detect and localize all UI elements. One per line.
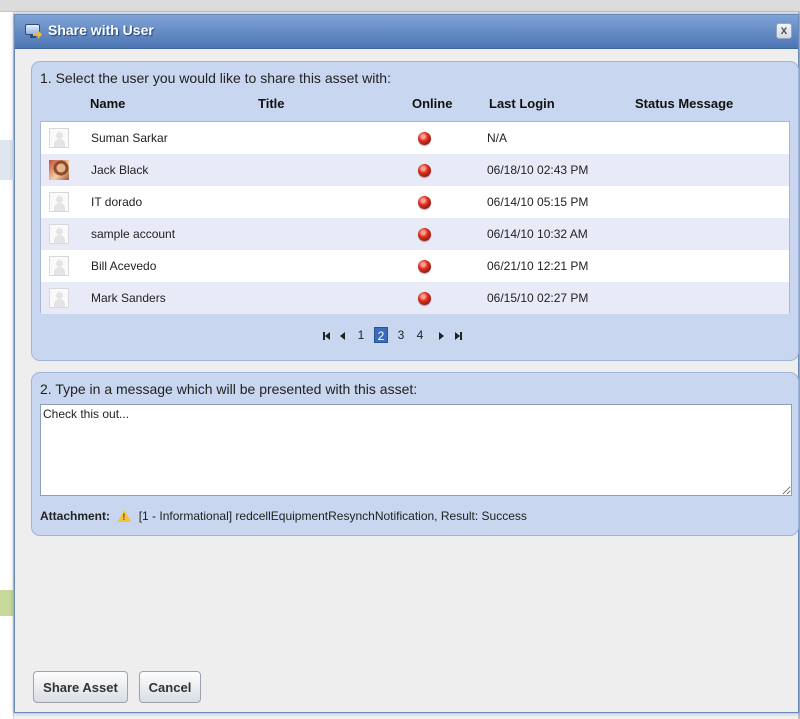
last-page-icon[interactable]: [452, 327, 464, 343]
offline-status-icon: [418, 196, 431, 209]
column-header-name[interactable]: Name: [90, 96, 125, 111]
column-header-status-message[interactable]: Status Message: [635, 96, 733, 111]
user-row[interactable]: Suman Sarkar N/A: [41, 122, 789, 154]
default-avatar-icon: [49, 288, 69, 308]
user-name: IT dorado: [91, 195, 143, 209]
attachment-line: Attachment: [1 - Informational] redcellE…: [40, 509, 527, 523]
pagination: 1 2 3 4: [32, 327, 800, 347]
page-link-3[interactable]: 3: [394, 327, 408, 343]
user-name: Mark Sanders: [91, 291, 166, 305]
default-avatar-icon: [49, 256, 69, 276]
dialog-title: Share with User: [48, 22, 154, 38]
user-last-login: 06/21/10 12:21 PM: [487, 259, 589, 273]
offline-status-icon: [418, 228, 431, 241]
message-textarea[interactable]: Check this out...: [40, 404, 792, 496]
warning-icon: [117, 510, 132, 522]
user-grid-header: Name Title Online Last Login Status Mess…: [32, 96, 800, 114]
share-with-user-dialog: Share with User x 1. Select the user you…: [14, 14, 799, 713]
offline-status-icon: [418, 164, 431, 177]
attachment-text: [1 - Informational] redcellEquipmentResy…: [138, 509, 527, 523]
default-avatar-icon: [49, 128, 69, 148]
dialog-titlebar[interactable]: Share with User x: [15, 15, 798, 49]
cancel-button[interactable]: Cancel: [139, 671, 201, 703]
column-header-title[interactable]: Title: [258, 96, 285, 111]
offline-status-icon: [418, 292, 431, 305]
attachment-label: Attachment:: [40, 509, 111, 523]
user-name: Jack Black: [91, 163, 149, 177]
column-header-online[interactable]: Online: [412, 96, 452, 111]
default-avatar-icon: [49, 224, 69, 244]
user-photo-avatar: [49, 160, 69, 180]
user-last-login: 06/14/10 05:15 PM: [487, 195, 589, 209]
user-row[interactable]: IT dorado 06/14/10 05:15 PM: [41, 186, 789, 218]
background-toolbar: [0, 0, 800, 12]
background-left-highlight: [0, 590, 14, 616]
share-asset-button[interactable]: Share Asset: [33, 671, 128, 703]
user-last-login: 06/18/10 02:43 PM: [487, 163, 589, 177]
page-link-1[interactable]: 1: [354, 327, 368, 343]
select-user-panel: 1. Select the user you would like to sha…: [31, 61, 799, 361]
page-link-2-current[interactable]: 2: [374, 327, 388, 343]
message-panel: 2. Type in a message which will be prese…: [31, 372, 799, 536]
user-row[interactable]: Jack Black 06/18/10 02:43 PM: [41, 154, 789, 186]
first-page-icon[interactable]: [320, 327, 332, 343]
user-last-login: N/A: [487, 131, 508, 145]
user-row[interactable]: Mark Sanders 06/15/10 02:27 PM: [41, 282, 789, 314]
user-grid: Suman Sarkar N/A Jack Black 06/18/10 02:…: [40, 121, 790, 314]
default-avatar-icon: [49, 192, 69, 212]
previous-page-icon[interactable]: [337, 327, 347, 343]
user-name: Suman Sarkar: [91, 131, 168, 145]
user-last-login: 06/14/10 10:32 AM: [487, 227, 588, 241]
close-icon[interactable]: x: [776, 23, 792, 39]
user-name: sample account: [91, 227, 176, 241]
column-header-last-login[interactable]: Last Login: [489, 96, 555, 111]
background-left-selection: [0, 140, 14, 180]
select-user-heading: 1. Select the user you would like to sha…: [40, 70, 391, 86]
user-last-login: 06/15/10 02:27 PM: [487, 291, 589, 305]
offline-status-icon: [418, 132, 431, 145]
offline-status-icon: [418, 260, 431, 273]
user-row[interactable]: sample account 06/14/10 10:32 AM: [41, 218, 789, 250]
message-heading: 2. Type in a message which will be prese…: [40, 381, 418, 397]
next-page-icon[interactable]: [436, 327, 446, 343]
share-asset-icon: [25, 24, 42, 39]
user-row[interactable]: Bill Acevedo 06/21/10 12:21 PM: [41, 250, 789, 282]
user-name: Bill Acevedo: [91, 259, 157, 273]
page-link-4[interactable]: 4: [413, 327, 427, 343]
